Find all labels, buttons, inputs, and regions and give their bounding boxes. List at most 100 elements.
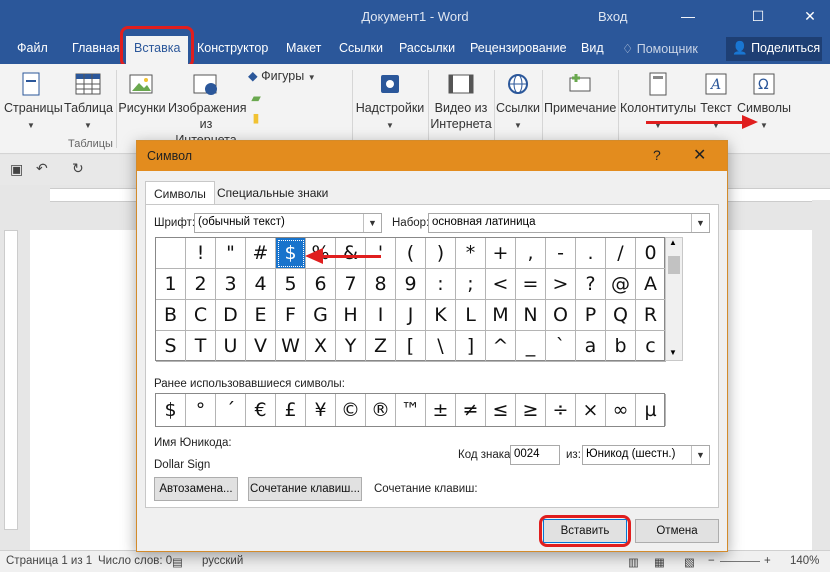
cancel-button[interactable]: Отмена bbox=[635, 519, 719, 543]
shapes-button[interactable]: ◆ Фигуры ▼ bbox=[248, 68, 332, 86]
symbol-cell[interactable]: & bbox=[336, 238, 366, 269]
symbol-cell[interactable]: ] bbox=[456, 331, 486, 362]
symbol-cell[interactable]: b bbox=[606, 331, 636, 362]
symbol-cell[interactable]: S bbox=[156, 331, 186, 362]
symbol-cell[interactable]: U bbox=[216, 331, 246, 362]
symbol-cell[interactable]: J bbox=[396, 300, 426, 331]
tab-special-characters[interactable]: Специальные знаки bbox=[209, 181, 336, 205]
symbol-cell[interactable]: Q bbox=[606, 300, 636, 331]
symbol-cell[interactable]: \ bbox=[426, 331, 456, 362]
recent-symbol-cell[interactable]: ÷ bbox=[546, 394, 576, 426]
autocorrect-button[interactable]: Автозамена... bbox=[154, 477, 238, 501]
symbol-cell[interactable]: 8 bbox=[366, 269, 396, 300]
symbol-cell[interactable]: c bbox=[636, 331, 666, 362]
smartart-icon[interactable]: ▰ bbox=[248, 90, 264, 106]
symbol-cell[interactable]: K bbox=[426, 300, 456, 331]
symbol-cell[interactable]: 4 bbox=[246, 269, 276, 300]
recent-symbol-cell[interactable]: ™ bbox=[396, 394, 426, 426]
symbol-cell[interactable]: 1 bbox=[156, 269, 186, 300]
symbol-cell[interactable]: / bbox=[606, 238, 636, 269]
symbol-cell[interactable]: W bbox=[276, 331, 306, 362]
undo-icon[interactable]: ↶ bbox=[36, 160, 48, 177]
share-button[interactable]: 👤 Поделиться bbox=[726, 37, 822, 61]
recent-symbol-cell[interactable]: $ bbox=[156, 394, 186, 426]
tab-tell-me[interactable]: ♢ Помощник bbox=[622, 41, 698, 56]
zoom-in-icon[interactable]: + bbox=[764, 555, 771, 567]
symbol-cell[interactable]: I bbox=[366, 300, 396, 331]
symbol-cell[interactable]: Y bbox=[336, 331, 366, 362]
tab-layout[interactable]: Макет bbox=[286, 41, 321, 55]
symbol-cell[interactable]: D bbox=[216, 300, 246, 331]
tab-symbols[interactable]: Символы bbox=[145, 181, 215, 205]
recent-symbol-cell[interactable]: µ bbox=[636, 394, 666, 426]
symbol-cell[interactable]: = bbox=[516, 269, 546, 300]
symbol-cell[interactable]: * bbox=[456, 238, 486, 269]
symbol-cell[interactable]: Z bbox=[366, 331, 396, 362]
symbol-cell[interactable]: - bbox=[546, 238, 576, 269]
recent-symbol-cell[interactable]: ° bbox=[186, 394, 216, 426]
proofing-icon[interactable]: ▤ bbox=[172, 555, 183, 569]
symbol-cell[interactable]: A bbox=[636, 269, 666, 300]
chevron-up-icon[interactable]: ▲ bbox=[669, 238, 677, 247]
symbol-cell[interactable]: " bbox=[216, 238, 246, 269]
symbol-cell[interactable]: + bbox=[486, 238, 516, 269]
symbol-cell[interactable]: ' bbox=[366, 238, 396, 269]
symbol-cell[interactable]: 9 bbox=[396, 269, 426, 300]
symbol-grid-scrollbar[interactable]: ▲ ▼ bbox=[665, 237, 683, 361]
symbol-cell[interactable] bbox=[156, 238, 186, 269]
symbol-cell[interactable]: 6 bbox=[306, 269, 336, 300]
symbol-cell[interactable]: _ bbox=[516, 331, 546, 362]
recent-symbol-cell[interactable]: ∞ bbox=[606, 394, 636, 426]
redo-icon[interactable]: ↻ bbox=[72, 160, 84, 177]
symbol-cell[interactable]: @ bbox=[606, 269, 636, 300]
recent-symbol-cell[interactable]: ® bbox=[366, 394, 396, 426]
symbol-cell[interactable]: T bbox=[186, 331, 216, 362]
symbol-cell[interactable]: : bbox=[426, 269, 456, 300]
recent-symbol-cell[interactable]: ≠ bbox=[456, 394, 486, 426]
symbol-cell[interactable]: # bbox=[246, 238, 276, 269]
symbol-cell[interactable]: L bbox=[456, 300, 486, 331]
web-layout-icon[interactable]: ▧ bbox=[684, 555, 695, 569]
header-footer-button[interactable]: Колонтитулы ▼ bbox=[620, 72, 696, 134]
symbol-cell[interactable]: ( bbox=[396, 238, 426, 269]
tab-view[interactable]: Вид bbox=[581, 41, 604, 55]
from-select[interactable]: Юникод (шестн.) ▼ bbox=[582, 445, 710, 465]
font-select[interactable]: (обычный текст) ▼ bbox=[194, 213, 382, 233]
symbol-cell[interactable]: ! bbox=[186, 238, 216, 269]
symbol-cell[interactable]: . bbox=[576, 238, 606, 269]
read-mode-icon[interactable]: ▥ bbox=[628, 555, 639, 569]
recent-symbol-cell[interactable]: ± bbox=[426, 394, 456, 426]
print-layout-icon[interactable]: ▦ bbox=[654, 555, 665, 569]
comment-button[interactable]: Примечание bbox=[544, 72, 616, 116]
symbol-cell[interactable]: M bbox=[486, 300, 516, 331]
recent-symbol-cell[interactable]: ´ bbox=[216, 394, 246, 426]
symbol-cell[interactable]: ^ bbox=[486, 331, 516, 362]
dialog-close-button[interactable]: ✕ bbox=[693, 145, 706, 165]
symbol-cell[interactable]: > bbox=[546, 269, 576, 300]
symbol-cell[interactable]: a bbox=[576, 331, 606, 362]
symbol-cell[interactable]: ) bbox=[426, 238, 456, 269]
chart-icon[interactable]: ▮ bbox=[248, 110, 264, 126]
help-button[interactable]: ? bbox=[653, 147, 661, 163]
table-button[interactable]: Таблица ▼ bbox=[64, 72, 113, 134]
pictures-button[interactable]: Рисунки bbox=[118, 72, 166, 116]
symbol-cell[interactable]: 5 bbox=[276, 269, 306, 300]
symbol-cell[interactable]: V bbox=[246, 331, 276, 362]
recent-symbol-cell[interactable]: ≤ bbox=[486, 394, 516, 426]
page-count[interactable]: Страница 1 из 1 bbox=[6, 555, 92, 567]
addins-button[interactable]: Надстройки ▼ bbox=[354, 72, 426, 134]
tab-design[interactable]: Конструктор bbox=[197, 41, 268, 55]
recent-symbol-cell[interactable]: × bbox=[576, 394, 606, 426]
symbol-cell[interactable]: [ bbox=[396, 331, 426, 362]
symbol-cell[interactable]: O bbox=[546, 300, 576, 331]
tab-references[interactable]: Ссылки bbox=[339, 41, 383, 55]
char-code-input[interactable]: 0024 bbox=[510, 445, 560, 465]
subset-select[interactable]: основная латиница ▼ bbox=[428, 213, 710, 233]
shortcut-key-button[interactable]: Сочетание клавиш... bbox=[248, 477, 362, 501]
symbol-cell[interactable]: 0 bbox=[636, 238, 666, 269]
close-window-button[interactable]: ✕ bbox=[794, 4, 826, 28]
links-button[interactable]: Ссылки ▼ bbox=[496, 72, 540, 134]
symbol-cell[interactable]: , bbox=[516, 238, 546, 269]
scroll-thumb[interactable] bbox=[668, 256, 680, 274]
minimize-button[interactable]: — bbox=[672, 4, 704, 28]
